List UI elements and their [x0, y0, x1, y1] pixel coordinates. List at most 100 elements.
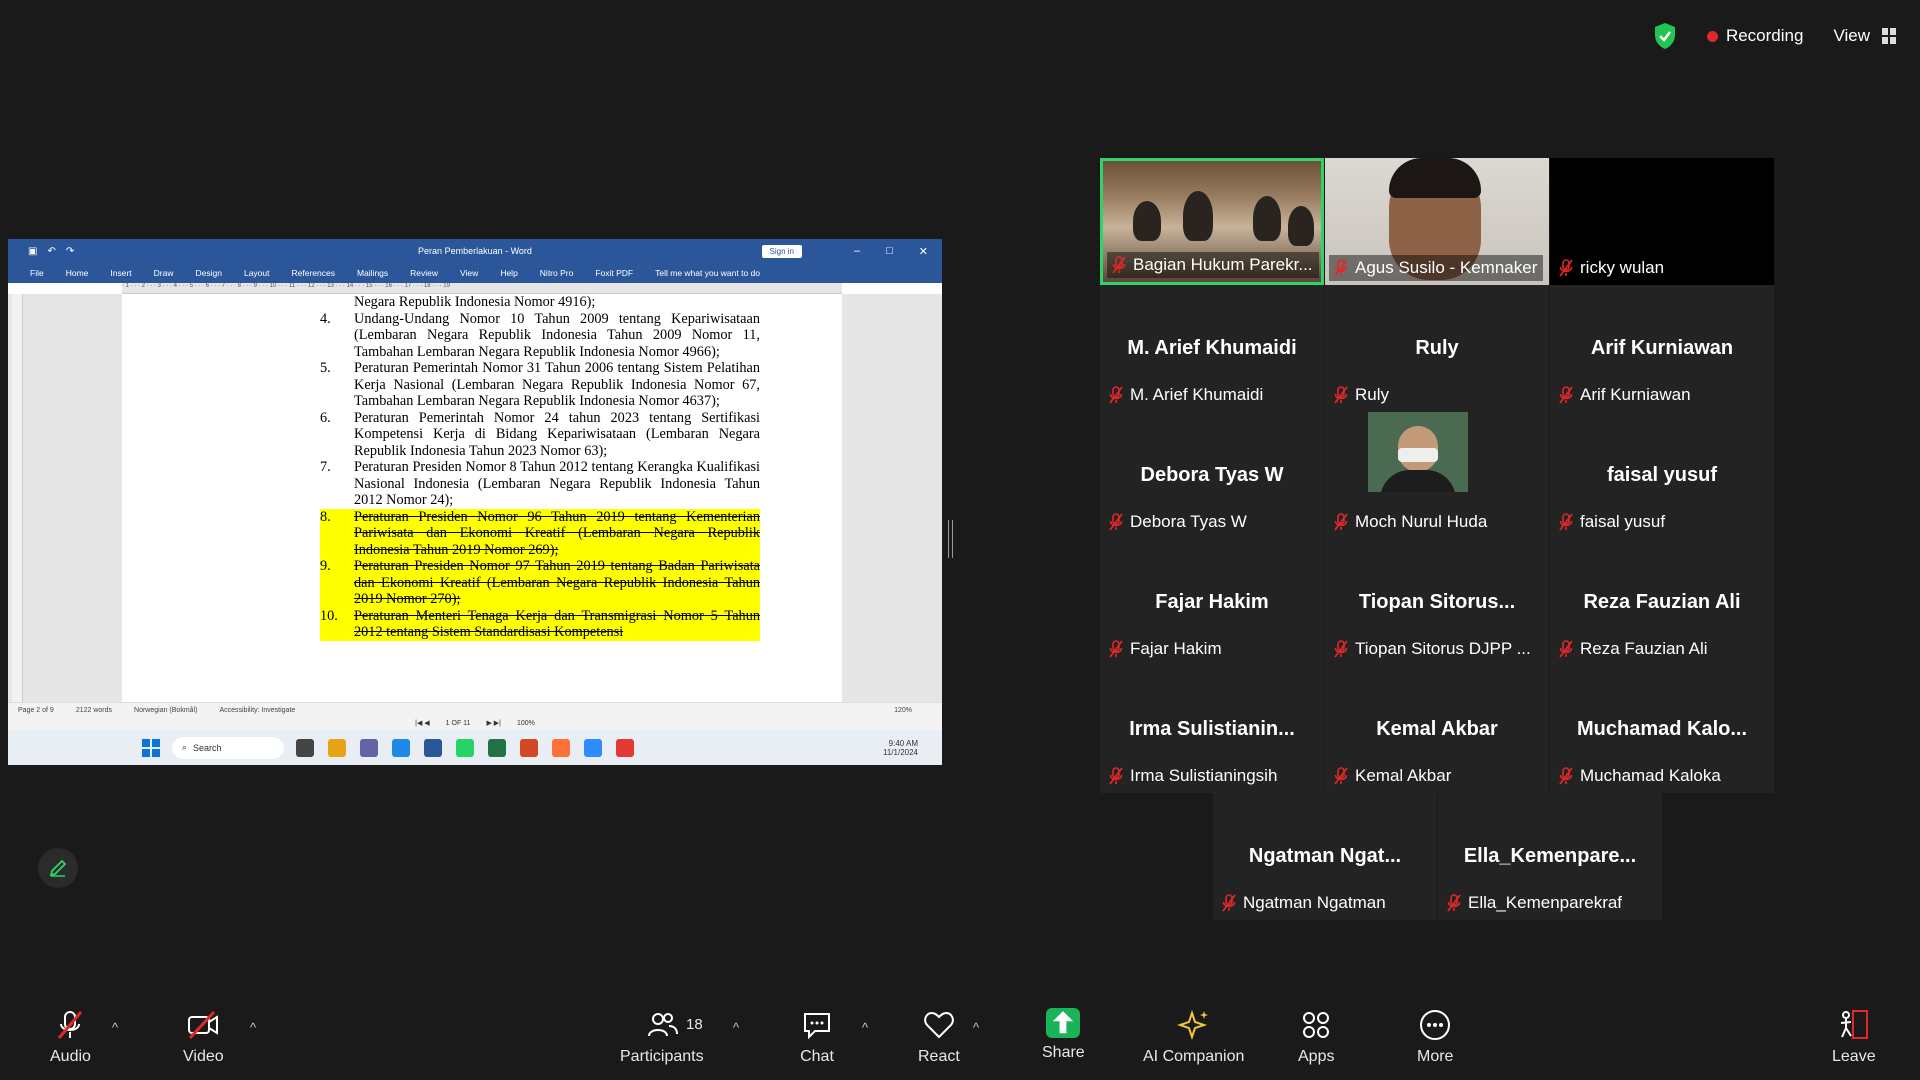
close-icon[interactable]: ✕ — [919, 245, 928, 258]
ribbon-tab[interactable]: Mailings — [357, 268, 388, 278]
participant-tile[interactable]: Kemal Akbar Kemal Akbar — [1325, 666, 1549, 793]
document-page[interactable]: Negara Republik Indonesia Nomor 4916); 4.… — [122, 294, 842, 702]
shared-screen[interactable]: ▣ ↶ ↷ Peran Pemberlakuan - Word Sign in … — [8, 239, 942, 765]
share-screen-icon — [1046, 1008, 1081, 1038]
ribbon-tab[interactable]: References — [292, 268, 335, 278]
recording-indicator[interactable]: Recording — [1706, 26, 1804, 46]
participant-tile[interactable]: Tiopan Sitorus... Tiopan Sitorus DJPP ... — [1325, 539, 1549, 666]
react-button[interactable]: React — [918, 1008, 960, 1066]
taskbar-search[interactable]: ⌕ Search — [172, 736, 284, 759]
apps-button[interactable]: Apps — [1298, 1008, 1334, 1066]
participant-tile[interactable]: Muchamad Kalo... Muchamad Kaloka — [1550, 666, 1774, 793]
word-icon[interactable] — [424, 738, 442, 757]
list-number: 5. — [320, 360, 331, 376]
windows-start-icon[interactable] — [142, 738, 160, 757]
participant-tile[interactable]: Irma Sulistianin... Irma Sulistianingsih — [1100, 666, 1324, 793]
search-label: Search — [193, 742, 222, 753]
share-button[interactable]: Share — [1042, 1008, 1085, 1062]
language[interactable]: Norwegian (Bokmål) — [134, 707, 197, 714]
annotate-button[interactable] — [38, 848, 78, 888]
participant-name-display: faisal yusuf — [1606, 464, 1718, 486]
folder-icon[interactable] — [328, 738, 346, 757]
participant-tile[interactable]: Moch Nurul Huda — [1325, 412, 1549, 539]
pdf-app-icon[interactable] — [616, 738, 634, 757]
more-button[interactable]: More — [1417, 1008, 1453, 1066]
minimize-icon[interactable]: – — [854, 245, 860, 258]
excel-icon[interactable] — [488, 738, 506, 757]
ai-companion-button[interactable]: AI Companion — [1143, 1008, 1244, 1066]
recording-label: Recording — [1725, 26, 1804, 45]
powerpoint-icon[interactable] — [520, 738, 538, 757]
maximize-icon[interactable]: □ — [886, 245, 893, 258]
participant-tile[interactable]: Ngatman Ngat... Ngatman Ngatman — [1213, 793, 1437, 920]
video-options-chevron-icon[interactable]: ^ — [250, 1020, 256, 1035]
zoom-level[interactable]: 120% — [894, 707, 912, 714]
react-options-chevron-icon[interactable]: ^ — [973, 1020, 979, 1035]
leave-label: Leave — [1832, 1048, 1876, 1065]
whatsapp-icon[interactable] — [456, 738, 474, 757]
participant-tile[interactable]: ricky wulan — [1550, 158, 1774, 285]
page-count[interactable]: Page 2 of 9 — [18, 707, 54, 714]
encryption-shield-icon[interactable] — [1653, 22, 1677, 50]
ribbon-tab[interactable]: Home — [66, 268, 89, 278]
react-label: React — [918, 1048, 960, 1065]
participant-tile[interactable]: Fajar Hakim Fajar Hakim — [1100, 539, 1324, 666]
ribbon-tab[interactable]: Layout — [244, 268, 270, 278]
firefox-icon[interactable] — [552, 738, 570, 757]
more-icon — [1420, 1010, 1451, 1040]
participant-name: Debora Tyas W — [1130, 512, 1247, 531]
participants-label: Participants — [620, 1048, 704, 1065]
participant-tile[interactable]: faisal yusuf faisal yusuf — [1550, 412, 1774, 539]
teams-icon[interactable] — [360, 738, 378, 757]
ribbon-tab[interactable]: Insert — [110, 268, 131, 278]
chat-options-chevron-icon[interactable]: ^ — [862, 1020, 868, 1035]
document-area: Negara Republik Indonesia Nomor 4916); 4.… — [8, 294, 942, 702]
video-button[interactable]: Video — [183, 1008, 224, 1066]
audio-button[interactable]: Audio — [50, 1008, 91, 1066]
muted-mic-icon — [1333, 767, 1349, 785]
ribbon-tab[interactable]: Help — [500, 268, 517, 278]
meeting-toolbar: Audio ^ Video ^ Participants 18 ^ Chat ^… — [0, 996, 1920, 1080]
ribbon-tab[interactable]: File — [30, 268, 44, 278]
sign-in-button[interactable]: Sign in — [761, 244, 802, 258]
ribbon-tab[interactable]: Review — [410, 268, 438, 278]
list-text: Peraturan Presiden Nomor 96 Tahun 2019 t… — [354, 508, 760, 558]
word-count[interactable]: 2122 words — [76, 707, 112, 714]
ribbon-tab[interactable]: Design — [196, 268, 222, 278]
participants-options-chevron-icon[interactable]: ^ — [733, 1020, 739, 1035]
participant-tile[interactable]: Bagian Hukum Parekr... — [1100, 158, 1324, 285]
muted-mic-icon — [1333, 386, 1349, 404]
participant-name-display: Ella_Kemenpare... — [1463, 845, 1637, 867]
prev-page-icon[interactable]: |◀ ◀ — [415, 719, 430, 727]
ribbon-tab[interactable]: View — [460, 268, 478, 278]
zoom-app-icon[interactable] — [584, 738, 602, 757]
video-label: Video — [183, 1048, 224, 1065]
list-item: 9. Peraturan Presiden Nomor 97 Tahun 2019… — [320, 558, 760, 608]
participant-tile[interactable]: M. Arief Khumaidi M. Arief Khumaidi — [1100, 285, 1324, 412]
ribbon-tab[interactable]: Foxit PDF — [595, 268, 633, 278]
list-item: 10. Peraturan Menteri Tenaga Kerja dan Tr… — [320, 607, 760, 641]
split-view-divider[interactable] — [948, 520, 953, 558]
participant-name: Ruly — [1355, 385, 1390, 404]
participant-name-display: Muchamad Kalo... — [1576, 718, 1748, 740]
chat-button[interactable]: Chat — [800, 1008, 834, 1066]
participant-tile[interactable]: Ella_Kemenpare... Ella_Kemenparekraf — [1438, 793, 1662, 920]
ribbon-tab[interactable]: Nitro Pro — [540, 268, 574, 278]
view-button[interactable]: View — [1833, 26, 1896, 46]
participant-tile[interactable]: Ruly Ruly — [1325, 285, 1549, 412]
participant-tile[interactable]: Agus Susilo - Kemnaker — [1325, 158, 1549, 285]
participant-tile[interactable]: Debora Tyas W Debora Tyas W — [1100, 412, 1324, 539]
audio-options-chevron-icon[interactable]: ^ — [112, 1020, 118, 1035]
file-explorer-icon[interactable] — [296, 738, 314, 757]
participant-name-display: Reza Fauzian Ali — [1583, 591, 1741, 613]
edge-icon[interactable] — [392, 738, 410, 757]
participant-tile[interactable]: Arif Kurniawan Arif Kurniawan — [1550, 285, 1774, 412]
taskbar-clock[interactable]: 9:40 AM 11/1/2024 — [883, 739, 918, 757]
accessibility-status[interactable]: Accessibility: Investigate — [219, 707, 295, 714]
leave-button[interactable]: Leave — [1832, 1008, 1876, 1066]
tell-me-search[interactable]: Tell me what you want to do — [655, 268, 760, 278]
ribbon-tab[interactable]: Draw — [154, 268, 174, 278]
next-page-icon[interactable]: ▶ ▶| — [486, 719, 501, 727]
participant-tile[interactable]: Reza Fauzian Ali Reza Fauzian Ali — [1550, 539, 1774, 666]
list-number — [320, 294, 354, 311]
